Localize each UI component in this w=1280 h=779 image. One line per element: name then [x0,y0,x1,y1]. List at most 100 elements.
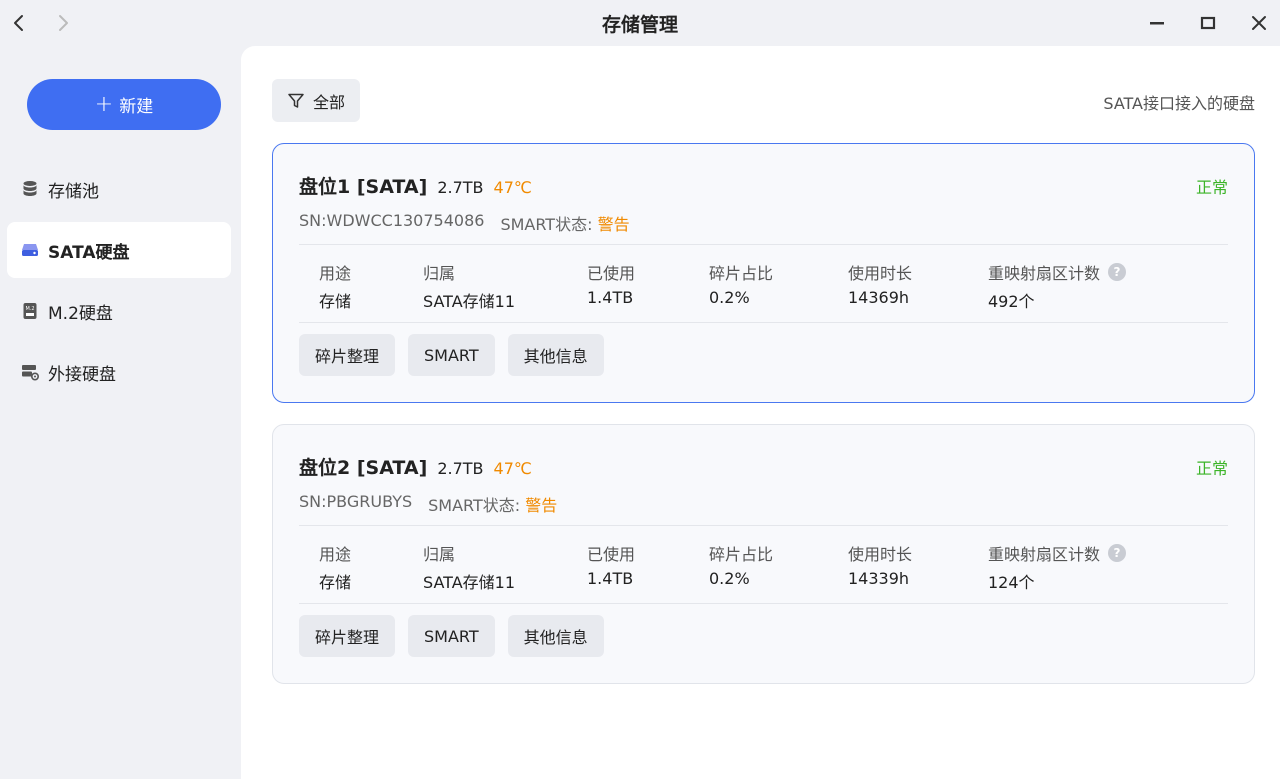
filter-button[interactable]: 全部 [272,79,360,122]
stat-value: 0.2% [709,569,750,588]
stat-value: 0.2% [709,288,750,307]
serial-number: SN:PBGRUBYS [299,492,413,511]
back-button[interactable] [4,8,34,38]
sidebar-item-label: SATA硬盘 [48,242,130,263]
disk-temperature: 47℃ [493,459,532,478]
stat-label-text: 重映射扇区计数 [988,264,1101,283]
disk-header: 盘位1 [SATA] 2.7TB 47℃ [299,172,532,199]
forward-button[interactable] [48,8,78,38]
smart-status: SMART状态: 警告 [428,492,557,516]
sidebar-item-m2-disk[interactable]: M.2 M.2硬盘 [7,283,231,339]
minimize-button[interactable] [1142,8,1172,38]
disk-card[interactable]: 盘位1 [SATA] 2.7TB 47℃ 正常 SN:WDWCC13075408… [272,143,1255,403]
divider [299,322,1228,323]
close-icon [1252,16,1266,30]
stat-label: 使用时长 [848,545,913,564]
new-button-label: 新建 [119,97,154,117]
stat-usage: 用途 存储 [319,541,351,593]
stat-label: 用途 [319,545,352,564]
stat-value: SATA存储11 [423,292,515,311]
stat-remap: 重映射扇区计数 ? 492个 [988,260,1127,312]
defrag-button[interactable]: 碎片整理 [299,334,396,376]
smart-status-value: 警告 [525,496,558,515]
stat-value: 存储 [319,292,352,311]
stat-hours: 使用时长 14369h [848,260,912,307]
disk-header: 盘位2 [SATA] 2.7TB 47℃ [299,453,532,480]
disk-meta: SN:PBGRUBYS SMART状态: 警告 [299,492,557,516]
stat-label: 碎片占比 [709,545,774,564]
close-button[interactable] [1244,8,1274,38]
stat-value: 124个 [988,573,1035,592]
divider [299,525,1228,526]
stat-owner: 归属 SATA存储11 [423,260,515,312]
sidebar-item-label: 外接硬盘 [48,364,116,385]
stat-label: 重映射扇区计数 ? [988,541,1127,565]
disk-size: 2.7TB [437,459,484,478]
stat-label: 使用时长 [848,264,913,283]
disk-stats: 用途 存储 归属 SATA存储11 已使用 1.4TB 碎片占比 0.2% 使用… [319,260,1219,312]
sidebar: + 新建 存储池 SATA硬盘 M.2 M.2硬盘 外接硬盘 [0,46,241,779]
maximize-icon [1200,16,1216,30]
stat-usage: 用途 存储 [319,260,351,312]
stat-label: 碎片占比 [709,264,774,283]
maximize-button[interactable] [1193,8,1223,38]
stat-fragment: 碎片占比 0.2% [709,541,773,588]
stat-value: 存储 [319,573,352,592]
status-badge: 正常 [1195,459,1228,478]
defrag-button[interactable]: 碎片整理 [299,615,396,657]
sidebar-item-sata-disk[interactable]: SATA硬盘 [7,222,231,278]
smart-status-label: SMART状态: [500,215,593,234]
stat-label: 已使用 [587,545,636,564]
other-info-button[interactable]: 其他信息 [507,615,604,657]
help-icon[interactable]: ? [1108,544,1127,562]
window-title: 存储管理 [601,14,678,36]
filter-icon [288,93,304,108]
stat-label-text: 重映射扇区计数 [988,545,1101,564]
m2-disk-icon: M.2 [21,302,39,320]
svg-text:M.2: M.2 [25,306,34,312]
plus-icon: + [94,91,114,117]
stat-label: 归属 [423,545,456,564]
other-info-button[interactable]: 其他信息 [507,334,604,376]
status-badge: 正常 [1195,178,1228,197]
divider [299,244,1228,245]
stat-used: 已使用 1.4TB [587,541,635,588]
new-button[interactable]: + 新建 [27,79,221,130]
disk-temperature: 47℃ [493,178,532,197]
smart-status-label: SMART状态: [428,496,521,515]
sidebar-item-storage-pool[interactable]: 存储池 [7,161,231,217]
sidebar-item-external-disk[interactable]: 外接硬盘 [7,344,231,400]
stat-label: 用途 [319,264,352,283]
sidebar-item-label: 存储池 [48,181,99,202]
main-panel: 全部 SATA接口接入的硬盘 盘位1 [SATA] 2.7TB 47℃ 正常 S… [241,46,1280,779]
smart-button[interactable]: SMART [408,615,495,657]
divider [299,603,1228,604]
stat-used: 已使用 1.4TB [587,260,635,307]
disk-name: 盘位1 [SATA] [299,176,428,198]
stat-value: 1.4TB [587,569,634,588]
disk-meta: SN:WDWCC130754086 SMART状态: 警告 [299,211,630,235]
chevron-left-icon [14,15,23,31]
database-icon [21,180,39,198]
stat-hours: 使用时长 14339h [848,541,912,588]
title-bar: 存储管理 [0,0,1280,46]
external-disk-icon [21,363,39,381]
stat-label: 已使用 [587,264,636,283]
serial-number: SN:WDWCC130754086 [299,211,485,230]
disk-stats: 用途 存储 归属 SATA存储11 已使用 1.4TB 碎片占比 0.2% 使用… [319,541,1219,593]
stat-value: SATA存储11 [423,573,515,592]
disk-card[interactable]: 盘位2 [SATA] 2.7TB 47℃ 正常 SN:PBGRUBYS SMAR… [272,424,1255,684]
disk-name: 盘位2 [SATA] [299,457,428,479]
chevron-right-icon [59,15,68,31]
stat-fragment: 碎片占比 0.2% [709,260,773,307]
sata-disk-icon [21,241,39,259]
stat-value: 14369h [848,288,910,307]
stat-owner: 归属 SATA存储11 [423,541,515,593]
disk-actions: 碎片整理 SMART 其他信息 [299,334,604,376]
filter-label: 全部 [312,92,345,112]
help-icon[interactable]: ? [1108,263,1127,281]
smart-button[interactable]: SMART [408,334,495,376]
stat-value: 1.4TB [587,288,634,307]
stat-remap: 重映射扇区计数 ? 124个 [988,541,1127,593]
section-hint: SATA接口接入的硬盘 [1103,94,1255,113]
